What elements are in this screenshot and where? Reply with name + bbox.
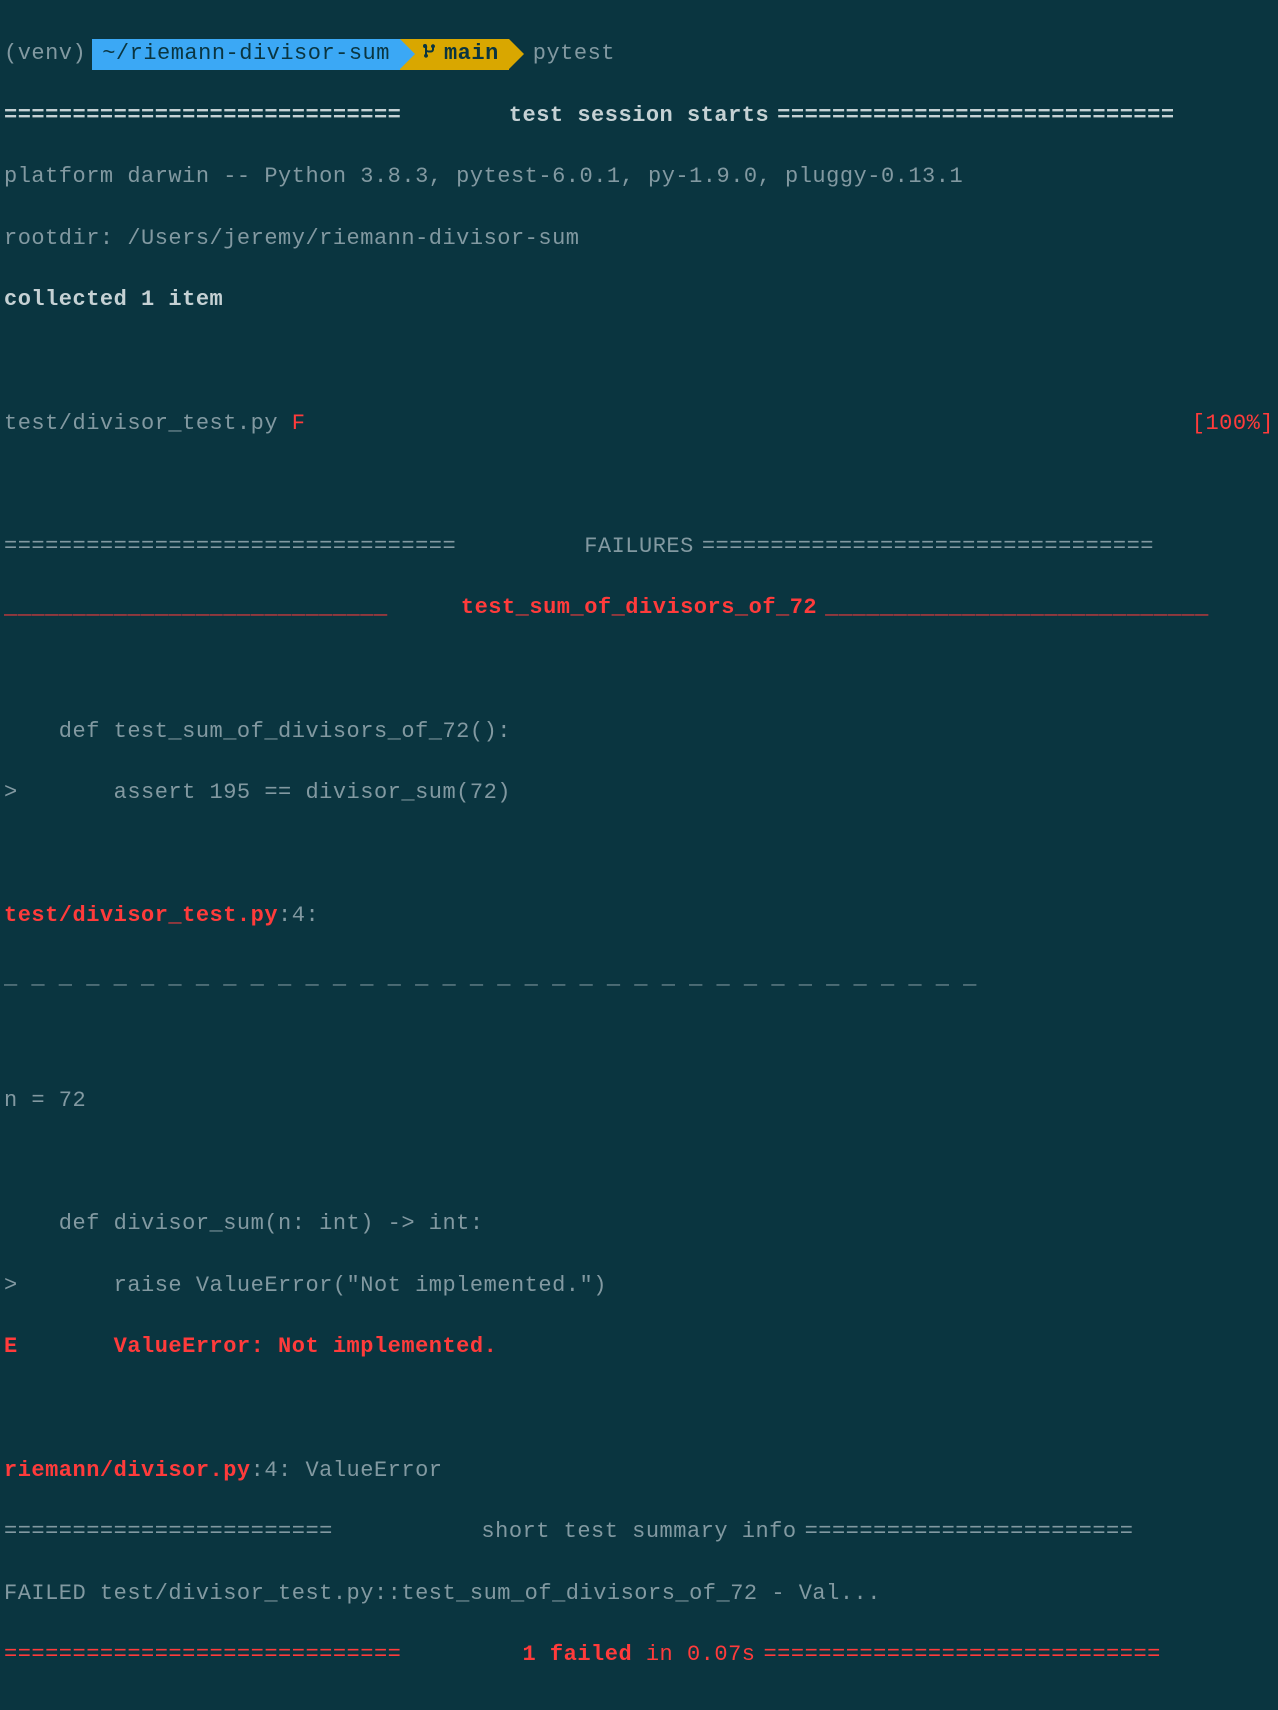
fail-time: in 0.07s	[632, 1642, 755, 1667]
venv-indicator: (venv)	[4, 39, 86, 70]
fail-mark: F	[292, 411, 306, 436]
blank-line	[4, 840, 1274, 871]
header-fill-right: ========================	[805, 1517, 1274, 1548]
prompt-branch-text: main	[444, 39, 499, 70]
error-line: E ValueError: Not implemented.	[4, 1332, 1274, 1363]
code-line: def test_sum_of_divisors_of_72():	[4, 717, 1274, 748]
platform-line: platform darwin -- Python 3.8.3, pytest-…	[4, 162, 1274, 193]
final-center: 1 failed in 0.07s	[515, 1640, 764, 1671]
final-fill-left: =============================	[4, 1640, 515, 1671]
var-line: n = 72	[4, 1086, 1274, 1117]
fail-count: 1 failed	[523, 1642, 633, 1667]
file-ref-suffix: :4:	[278, 903, 319, 928]
file-ref-path: test/divisor_test.py	[4, 903, 278, 928]
blank-line	[4, 1025, 1274, 1056]
collected-line: collected 1 item	[4, 285, 1274, 316]
underscore-fill-right: ____________________________	[825, 593, 1274, 624]
failures-header-label: FAILURES	[576, 532, 702, 563]
file-ref-path: riemann/divisor.py	[4, 1458, 251, 1483]
code-line-assert: > assert 195 == divisor_sum(72)	[4, 778, 1274, 809]
header-fill-right: =================================	[702, 532, 1274, 563]
blank-line	[4, 1148, 1274, 1179]
summary-header: ========================short test summa…	[4, 1517, 1274, 1548]
error-message: ValueError: Not implemented.	[114, 1334, 498, 1359]
blank-line	[4, 470, 1274, 501]
header-fill-left: =================================	[4, 532, 576, 563]
test-name: test_sum_of_divisors_of_72	[453, 593, 825, 624]
header-fill-right: =============================	[777, 101, 1274, 132]
terminal-output: (venv) ~/riemann-divisor-sum main pytest…	[0, 0, 1278, 1710]
failures-header: =================================FAILURE…	[4, 532, 1274, 563]
test-file-path: test/divisor_test.py	[4, 411, 292, 436]
prompt-path-segment: ~/riemann-divisor-sum	[92, 39, 400, 70]
test-name-header: ____________________________test_sum_of_…	[4, 593, 1274, 624]
final-fill-right: =============================	[763, 1640, 1274, 1671]
prompt-line[interactable]: (venv) ~/riemann-divisor-sum main pytest	[4, 39, 1274, 70]
progress-percent: [100%]	[1192, 409, 1274, 440]
prompt-branch-segment: main	[400, 39, 509, 70]
summary-failed-line: FAILED test/divisor_test.py::test_sum_of…	[4, 1579, 1274, 1610]
dash-separator: _ _ _ _ _ _ _ _ _ _ _ _ _ _ _ _ _ _ _ _ …	[4, 963, 1274, 994]
test-file-result-line: test/divisor_test.py F [100%]	[4, 409, 1274, 440]
blank-line	[4, 655, 1274, 686]
blank-line	[4, 1394, 1274, 1425]
file-ref-line: test/divisor_test.py:4:	[4, 901, 1274, 932]
blank-line	[4, 347, 1274, 378]
file-ref-line: riemann/divisor.py:4: ValueError	[4, 1456, 1274, 1487]
prompt-path-text: ~/riemann-divisor-sum	[102, 39, 390, 70]
summary-header-label: short test summary info	[473, 1517, 804, 1548]
code-line: def divisor_sum(n: int) -> int:	[4, 1209, 1274, 1240]
header-fill-left: =============================	[4, 101, 501, 132]
prompt-command: pytest	[533, 39, 615, 70]
underscore-fill-left: ____________________________	[4, 593, 453, 624]
header-fill-left: ========================	[4, 1517, 473, 1548]
code-line-raise: > raise ValueError("Not implemented.")	[4, 1271, 1274, 1302]
final-result-line: =============================1 failed in…	[4, 1640, 1274, 1671]
session-header-label: test session starts	[501, 101, 777, 132]
file-ref-suffix: :4: ValueError	[251, 1458, 443, 1483]
rootdir-line: rootdir: /Users/jeremy/riemann-divisor-s…	[4, 224, 1274, 255]
error-prefix: E	[4, 1334, 114, 1359]
git-branch-icon	[422, 39, 438, 70]
session-header: =============================test sessio…	[4, 101, 1274, 132]
